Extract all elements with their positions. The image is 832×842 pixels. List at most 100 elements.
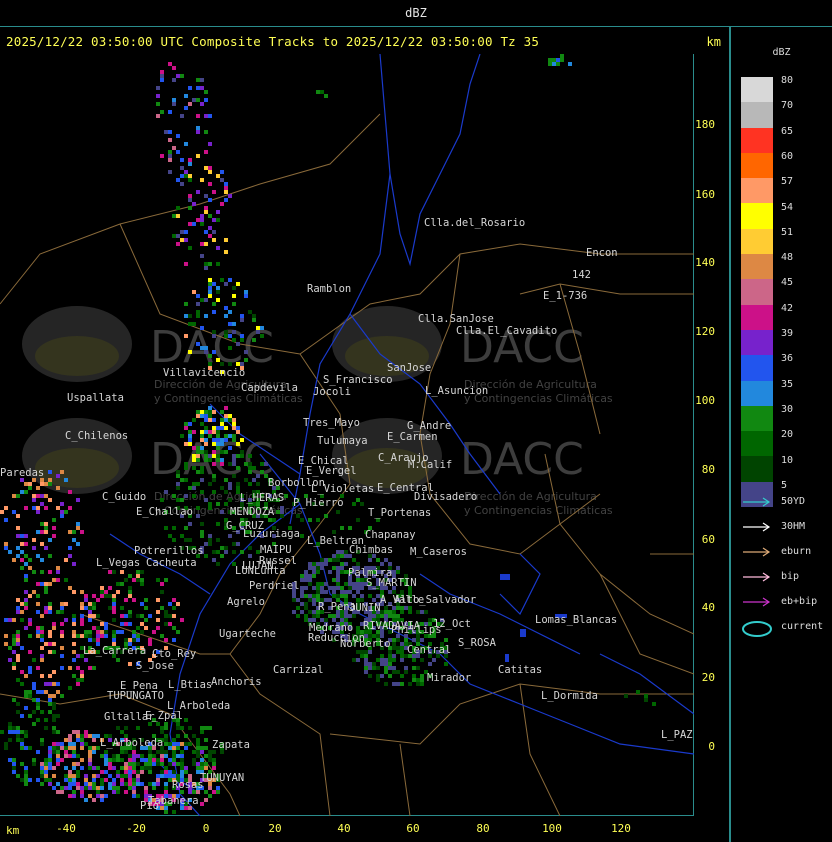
echo-pixel xyxy=(12,762,16,766)
echo-pixel xyxy=(216,174,220,178)
echo-pixel xyxy=(0,730,4,734)
echo-pixel xyxy=(208,482,212,486)
echo-pixel xyxy=(308,594,312,598)
place-label: Carrizal xyxy=(273,664,324,676)
echo-pixel xyxy=(184,174,188,178)
place-label: L_Violetas xyxy=(311,483,374,495)
place-label: Ramblon xyxy=(307,283,351,295)
echo-pixel xyxy=(176,206,180,210)
echo-pixel xyxy=(40,630,44,634)
echo-pixel xyxy=(104,594,108,598)
echo-pixel xyxy=(144,598,148,602)
echo-pixel xyxy=(248,462,252,466)
echo-pixel xyxy=(184,302,188,306)
echo-pixel xyxy=(184,94,188,98)
echo-pixel xyxy=(28,566,32,570)
echo-pixel xyxy=(236,430,240,434)
place-label: Gltallar xyxy=(104,711,155,723)
echo-pixel xyxy=(216,442,220,446)
echo-pixel xyxy=(224,502,228,506)
echo-pixel xyxy=(192,762,196,766)
echo-pixel xyxy=(352,558,356,562)
echo-pixel xyxy=(320,590,324,594)
radar-map[interactable]: DACC Dirección de Agricultura y Continge… xyxy=(0,53,695,817)
echo-pixel xyxy=(128,774,132,778)
echo-pixel xyxy=(328,570,332,574)
place-label: Paredas xyxy=(0,467,44,479)
echo-pixel xyxy=(188,174,192,178)
echo-pixel xyxy=(336,570,340,574)
echo-pixel xyxy=(336,582,340,586)
track-legend-item: current xyxy=(741,620,831,637)
echo-pixel xyxy=(16,514,20,518)
echo-pixel xyxy=(196,126,200,130)
place-label: M_Caseros xyxy=(410,546,467,558)
echo-pixel xyxy=(40,690,44,694)
echo-pixel xyxy=(236,486,240,490)
echo-pixel xyxy=(16,546,20,550)
echo-pixel xyxy=(32,698,36,702)
echo-pixel xyxy=(416,682,420,686)
echo-pixel xyxy=(148,750,152,754)
echo-pixel xyxy=(12,758,16,762)
echo-pixel xyxy=(160,754,164,758)
echo-pixel xyxy=(396,566,400,570)
echo-pixel xyxy=(224,182,228,186)
echo-pixel xyxy=(56,610,60,614)
echo-pixel xyxy=(332,590,336,594)
echo-pixel xyxy=(224,434,228,438)
echo-pixel xyxy=(44,642,48,646)
echo-pixel xyxy=(32,538,36,542)
echo-pixel xyxy=(172,146,176,150)
echo-pixel xyxy=(160,74,164,78)
echo-pixel xyxy=(196,86,200,90)
echo-pixel xyxy=(204,98,208,102)
place-label: Ugarteche xyxy=(219,628,276,640)
echo-pixel xyxy=(204,754,208,758)
echo-pixel xyxy=(16,654,20,658)
echo-pixel xyxy=(228,278,232,282)
echo-pixel xyxy=(124,762,128,766)
echo-pixel xyxy=(192,322,196,326)
echo-pixel xyxy=(232,542,236,546)
echo-pixel xyxy=(20,534,24,538)
echo-pixel xyxy=(24,574,28,578)
echo-pixel xyxy=(388,666,392,670)
echo-pixel xyxy=(204,726,208,730)
echo-pixel xyxy=(244,350,248,354)
echo-pixel xyxy=(56,750,60,754)
echo-pixel xyxy=(228,334,232,338)
place-label: C_Chilenos xyxy=(65,430,128,442)
echo-pixel xyxy=(208,406,212,410)
echo-pixel xyxy=(44,494,48,498)
echo-pixel xyxy=(548,62,552,66)
echo-pixel xyxy=(84,594,88,598)
echo-pixel xyxy=(392,682,396,686)
echo-pixel xyxy=(196,78,200,82)
echo-pixel xyxy=(164,578,168,582)
echo-pixel xyxy=(212,478,216,482)
place-label: 142 xyxy=(572,269,591,281)
echo-pixel xyxy=(300,574,304,578)
echo-pixel xyxy=(16,638,20,642)
echo-pixel xyxy=(188,438,192,442)
echo-pixel xyxy=(40,766,44,770)
echo-pixel xyxy=(88,754,92,758)
echo-pixel xyxy=(200,410,204,414)
echo-pixel xyxy=(20,550,24,554)
echo-pixel xyxy=(32,710,36,714)
echo-pixel xyxy=(100,770,104,774)
echo-pixel xyxy=(388,610,392,614)
echo-pixel xyxy=(44,766,48,770)
echo-pixel xyxy=(40,494,44,498)
echo-pixel xyxy=(40,658,44,662)
echo-pixel xyxy=(224,306,228,310)
echo-pixel xyxy=(208,434,212,438)
echo-pixel xyxy=(52,702,56,706)
echo-pixel xyxy=(48,602,52,606)
echo-pixel xyxy=(340,586,344,590)
echo-pixel xyxy=(324,582,328,586)
echo-pixel xyxy=(184,170,188,174)
echo-pixel xyxy=(196,762,200,766)
echo-pixel xyxy=(236,466,240,470)
